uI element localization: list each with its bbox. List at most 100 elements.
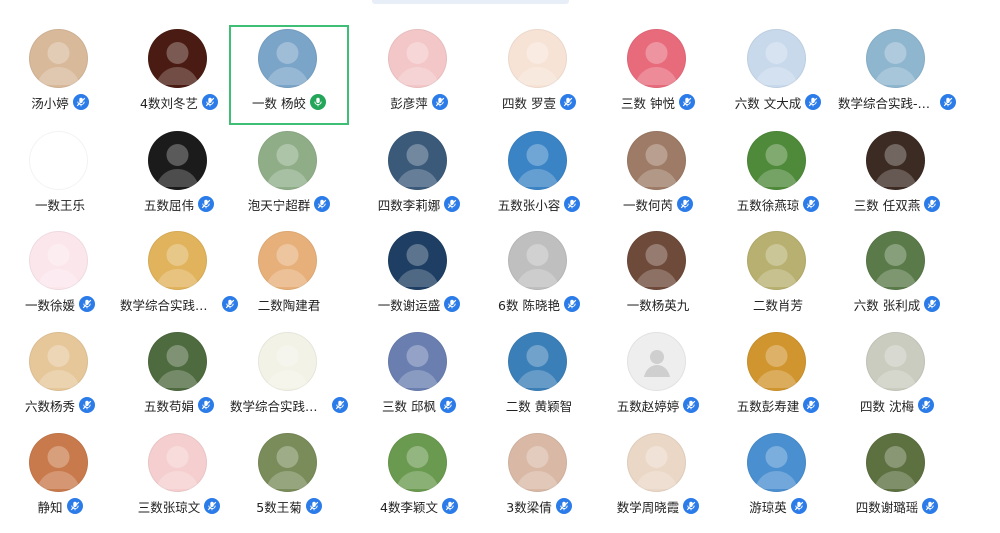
mic-muted-icon[interactable] bbox=[683, 498, 700, 514]
participant-name: 五数徐燕琼 bbox=[736, 197, 800, 213]
participant-name: 二数陶建君 bbox=[257, 297, 321, 313]
participant-tile[interactable]: 四数 沈梅 bbox=[837, 328, 957, 428]
mic-muted-icon[interactable] bbox=[803, 397, 820, 413]
participant-tile[interactable]: 四数 罗壹 bbox=[479, 25, 599, 125]
participant-name-row: 三数 钟悦 bbox=[598, 91, 718, 113]
participant-tile[interactable]: 一数徐媛 bbox=[0, 227, 120, 327]
mic-muted-icon[interactable] bbox=[563, 296, 580, 312]
mic-muted-icon[interactable] bbox=[677, 196, 693, 212]
participant-tile[interactable]: 三数 任双燕 bbox=[837, 127, 957, 227]
participant-tile[interactable]: 静知 bbox=[0, 429, 120, 529]
mic-muted-icon[interactable] bbox=[201, 94, 218, 110]
participant-tile[interactable]: 一数王乐 bbox=[0, 127, 120, 227]
speaking-mic-icon[interactable] bbox=[309, 94, 326, 110]
mic-muted-icon[interactable] bbox=[805, 94, 822, 110]
mic-muted-icon[interactable] bbox=[79, 397, 95, 413]
participant-tile[interactable]: 一数 杨皎 bbox=[229, 25, 349, 125]
participant-avatar bbox=[148, 433, 207, 492]
mic-muted-icon[interactable] bbox=[922, 498, 939, 514]
mic-muted-icon[interactable] bbox=[72, 94, 89, 110]
mic-muted-icon[interactable] bbox=[924, 196, 941, 212]
participant-tile[interactable]: 游琼英 bbox=[718, 429, 838, 529]
participant-tile[interactable]: 泡天宁超群 bbox=[229, 127, 349, 227]
participant-tile[interactable]: 六数杨秀 bbox=[0, 328, 120, 428]
participant-tile[interactable]: 4数李颖文 bbox=[359, 429, 479, 529]
participant-name: 4数李颖文 bbox=[380, 499, 438, 515]
mic-muted-icon[interactable] bbox=[683, 397, 700, 413]
participant-avatar bbox=[627, 433, 686, 492]
participant-tile[interactable]: 四数李莉娜 bbox=[359, 127, 479, 227]
participant-tile[interactable]: 彭彦萍 bbox=[359, 25, 479, 125]
participant-tile[interactable]: 五数徐燕琼 bbox=[718, 127, 838, 227]
participant-name-row: 四数 沈梅 bbox=[837, 394, 957, 416]
participant-tile[interactable]: 二数陶建君 bbox=[229, 227, 349, 327]
participant-avatar bbox=[627, 332, 686, 391]
participant-name-row: 五数屈伟 bbox=[119, 193, 239, 215]
participant-tile[interactable]: 6数 陈晓艳 bbox=[479, 227, 599, 327]
mic-muted-icon[interactable] bbox=[803, 196, 820, 212]
participant-tile[interactable]: 六数 文大成 bbox=[718, 25, 838, 125]
mic-muted-icon[interactable] bbox=[79, 296, 95, 312]
mic-muted-icon[interactable] bbox=[204, 498, 221, 514]
participant-avatar bbox=[508, 231, 567, 290]
mic-muted-icon[interactable] bbox=[555, 498, 572, 514]
participant-tile[interactable]: 数学周晓霞 bbox=[598, 429, 718, 529]
participant-tile[interactable]: 5数王菊 bbox=[229, 429, 349, 529]
mic-muted-icon[interactable] bbox=[564, 196, 581, 212]
mic-muted-icon[interactable] bbox=[559, 94, 576, 110]
participant-tile[interactable]: 三数 邱枫 bbox=[359, 328, 479, 428]
participant-tile[interactable]: 三数 钟悦 bbox=[598, 25, 718, 125]
mic-muted-icon[interactable] bbox=[790, 498, 807, 514]
mic-muted-icon[interactable] bbox=[332, 397, 348, 413]
participant-tile[interactable]: 4数刘冬艺 bbox=[119, 25, 239, 125]
participant-tile[interactable]: 五数张小容 bbox=[479, 127, 599, 227]
participant-tile[interactable]: 3数梁倩 bbox=[479, 429, 599, 529]
avatar-photo-icon bbox=[755, 244, 798, 287]
avatar-photo-icon bbox=[874, 446, 917, 489]
participant-tile[interactable]: 数学综合实践唐... bbox=[229, 328, 349, 428]
mic-muted-icon[interactable] bbox=[66, 498, 83, 514]
participant-name-row: 一数杨英九 bbox=[598, 293, 718, 315]
participant-tile[interactable]: 二数肖芳 bbox=[718, 227, 838, 327]
participant-tile[interactable]: 三数张琼文 bbox=[119, 429, 239, 529]
participant-tile[interactable]: 五数彭寿建 bbox=[718, 328, 838, 428]
participant-tile[interactable]: 二数 黄颖智 bbox=[479, 328, 599, 428]
participant-tile[interactable]: 一数谢运盛 bbox=[359, 227, 479, 327]
participant-tile[interactable]: 一数何芮 bbox=[598, 127, 718, 227]
mic-muted-icon[interactable] bbox=[924, 296, 941, 312]
avatar-photo-icon bbox=[516, 144, 559, 187]
participant-name-row: 四数李莉娜 bbox=[359, 193, 479, 215]
participant-tile[interactable]: 数学综合实践刘燕 bbox=[119, 227, 239, 327]
mic-muted-icon[interactable] bbox=[305, 498, 322, 514]
mic-muted-icon[interactable] bbox=[444, 296, 461, 312]
participant-name: 汤小婷 bbox=[31, 95, 69, 111]
participant-name: 四数谢璐瑶 bbox=[855, 499, 919, 515]
participant-avatar bbox=[747, 231, 806, 290]
mic-muted-icon[interactable] bbox=[198, 196, 214, 212]
participant-name: 一数何芮 bbox=[622, 197, 673, 213]
participant-tile[interactable]: 五数苟娟 bbox=[119, 328, 239, 428]
mic-muted-icon[interactable] bbox=[439, 397, 456, 413]
participant-tile[interactable]: 六数 张利成 bbox=[837, 227, 957, 327]
participant-tile[interactable]: 五数赵婷婷 bbox=[598, 328, 718, 428]
mic-muted-icon[interactable] bbox=[678, 94, 695, 110]
avatar-photo-icon bbox=[635, 42, 678, 85]
participant-tile[interactable]: 数学综合实践-龙... bbox=[837, 25, 957, 125]
participant-avatar bbox=[148, 332, 207, 391]
participant-tile[interactable]: 四数谢璐瑶 bbox=[837, 429, 957, 529]
mic-muted-icon[interactable] bbox=[917, 397, 934, 413]
participant-avatar bbox=[866, 231, 925, 290]
mic-muted-icon[interactable] bbox=[198, 397, 214, 413]
mic-muted-icon[interactable] bbox=[431, 94, 448, 110]
participant-name: 3数梁倩 bbox=[506, 499, 552, 515]
participant-avatar bbox=[627, 29, 686, 88]
participant-tile[interactable]: 一数杨英九 bbox=[598, 227, 718, 327]
mic-muted-icon[interactable] bbox=[314, 196, 331, 212]
mic-muted-icon[interactable] bbox=[441, 498, 458, 514]
avatar-photo-icon bbox=[266, 42, 309, 85]
participant-tile[interactable]: 五数屈伟 bbox=[119, 127, 239, 227]
mic-muted-icon[interactable] bbox=[940, 94, 956, 110]
participant-name-row: 彭彦萍 bbox=[359, 91, 479, 113]
mic-muted-icon[interactable] bbox=[444, 196, 461, 212]
participant-tile[interactable]: 汤小婷 bbox=[0, 25, 120, 125]
